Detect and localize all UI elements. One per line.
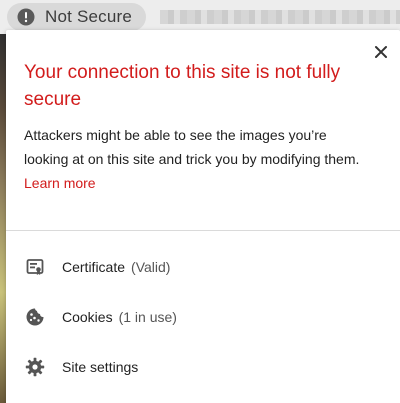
description-text: Attackers might be able to see the image… xyxy=(24,127,360,167)
blurred-url[interactable] xyxy=(160,10,400,24)
learn-more-link[interactable]: Learn more xyxy=(24,175,96,191)
site-info-popup: Your connection to this site is not full… xyxy=(6,30,400,403)
close-icon xyxy=(374,45,388,64)
site-settings-item[interactable]: Site settings xyxy=(6,342,400,392)
security-chip-label: Not Secure xyxy=(45,7,133,26)
cookie-icon xyxy=(24,306,46,328)
certificate-item[interactable]: Certificate (Valid) xyxy=(6,242,400,292)
address-bar: Not Secure xyxy=(0,0,400,34)
site-info-menu: Certificate (Valid) Cookies (1 in use) S… xyxy=(6,242,400,392)
certificate-label: Certificate xyxy=(62,259,126,275)
certificate-icon xyxy=(24,256,46,278)
cookies-item[interactable]: Cookies (1 in use) xyxy=(6,292,400,342)
browser-window: Not Secure Your connection to this site … xyxy=(0,0,400,403)
popup-description: Attackers might be able to see the image… xyxy=(24,123,369,195)
cookies-count: (1 in use) xyxy=(118,309,177,325)
warning-icon xyxy=(17,8,35,26)
certificate-status: (Valid) xyxy=(131,259,171,275)
popup-title: Your connection to this site is not full… xyxy=(24,62,341,110)
close-button[interactable] xyxy=(371,44,391,64)
divider xyxy=(6,230,400,231)
site-settings-label: Site settings xyxy=(62,359,139,375)
gear-icon xyxy=(24,356,46,378)
security-chip[interactable]: Not Secure xyxy=(7,3,147,31)
cookies-label: Cookies xyxy=(62,309,113,325)
